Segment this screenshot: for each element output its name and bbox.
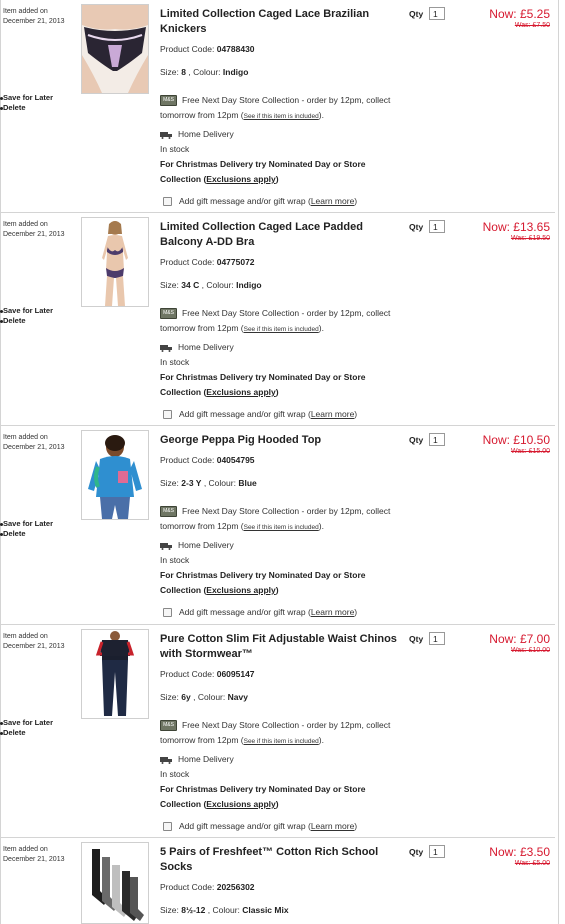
was-price: Was: £19.50	[510, 235, 550, 242]
product-image[interactable]	[81, 4, 149, 94]
delete-link[interactable]: Delete	[0, 728, 53, 738]
gift-option: Add gift message and/or gift wrap (Learn…	[160, 196, 357, 207]
now-price: Now: £7.00	[489, 632, 550, 646]
see-if-included-link[interactable]: See if this item is included	[244, 113, 319, 120]
was-price: Was: £7.50	[514, 22, 550, 29]
delivery-info: M&S Free Next Day Store Collection - orde…	[160, 720, 391, 809]
learn-more-link[interactable]: Learn more	[311, 607, 354, 617]
delivery-info: M&S Free Next Day Store Collection - orde…	[160, 506, 391, 595]
now-price: Now: £3.50	[489, 845, 550, 859]
exclusions-link[interactable]: Exclusions apply	[206, 174, 275, 184]
product-code: Product Code: 04054795	[160, 455, 255, 465]
delivery-info: M&S Free Next Day Store Collection - orde…	[160, 95, 391, 184]
qty-input[interactable]	[429, 7, 445, 20]
item-added-date: Item added on December 21, 2013	[3, 434, 65, 451]
truck-icon	[160, 344, 172, 352]
basket-item: Item added on December 21, 2013 5 Pairs o…	[0, 838, 555, 924]
now-price: Now: £13.65	[482, 220, 550, 234]
learn-more-link[interactable]: Learn more	[311, 196, 354, 206]
delete-link[interactable]: Delete	[0, 529, 53, 539]
basket-item: Item added on December 21, 2013 Save for …	[0, 625, 555, 838]
basket-item: Item added on December 21, 2013 Save for …	[0, 426, 555, 625]
product-image[interactable]	[81, 217, 149, 307]
store-collection-icon: M&S	[160, 308, 177, 320]
item-added-date: Item added on December 21, 2013	[3, 633, 65, 650]
product-image[interactable]	[81, 430, 149, 520]
store-collection-icon: M&S	[160, 506, 177, 518]
gift-checkbox[interactable]	[163, 410, 172, 420]
product-image[interactable]	[81, 629, 149, 719]
was-price: Was: £15.00	[510, 448, 550, 455]
qty-label: Qty	[409, 847, 424, 857]
item-added-date: Item added on December 21, 2013	[3, 8, 65, 25]
qty-label: Qty	[409, 222, 424, 232]
exclusions-link[interactable]: Exclusions apply	[206, 585, 275, 595]
truck-icon	[160, 131, 172, 139]
qty-input[interactable]	[429, 845, 445, 858]
exclusions-link[interactable]: Exclusions apply	[206, 799, 275, 809]
item-actions: Save for Later Delete	[0, 718, 53, 738]
gift-option: Add gift message and/or gift wrap (Learn…	[160, 607, 357, 618]
stock-status: In stock	[160, 769, 190, 779]
product-code: Product Code: 20256302	[160, 882, 255, 892]
size-colour: Size: 6y , Colour: Navy	[160, 692, 248, 702]
save-for-later-link[interactable]: Save for Later	[0, 306, 53, 316]
product-code: Product Code: 04788430	[160, 44, 255, 54]
product-title[interactable]: George Peppa Pig Hooded Top	[160, 433, 400, 448]
product-title[interactable]: 5 Pairs of Freshfeet™ Cotton Rich School…	[160, 845, 400, 875]
product-title[interactable]: Pure Cotton Slim Fit Adjustable Waist Ch…	[160, 632, 400, 662]
gift-checkbox[interactable]	[163, 608, 172, 618]
qty-label: Qty	[409, 9, 424, 19]
learn-more-link[interactable]: Learn more	[311, 409, 354, 419]
item-added-date: Item added on December 21, 2013	[3, 221, 65, 238]
gift-checkbox[interactable]	[163, 822, 172, 832]
truck-icon	[160, 756, 172, 764]
basket-item: Item added on December 21, 2013 Save for …	[0, 0, 555, 213]
stock-status: In stock	[160, 357, 190, 367]
item-actions: Save for Later Delete	[0, 519, 53, 539]
see-if-included-link[interactable]: See if this item is included	[244, 524, 319, 531]
see-if-included-link[interactable]: See if this item is included	[244, 738, 319, 745]
now-price: Now: £5.25	[489, 7, 550, 21]
was-price: Was: £10.00	[510, 647, 550, 654]
store-collection-icon: M&S	[160, 95, 177, 107]
product-code: Product Code: 04775072	[160, 257, 255, 267]
qty-input[interactable]	[429, 433, 445, 446]
save-for-later-link[interactable]: Save for Later	[0, 519, 53, 529]
save-for-later-link[interactable]: Save for Later	[0, 718, 53, 728]
gift-checkbox[interactable]	[163, 197, 172, 207]
was-price: Was: £5.00	[514, 860, 550, 867]
product-code: Product Code: 06095147	[160, 669, 255, 679]
product-title[interactable]: Limited Collection Caged Lace Padded Bal…	[160, 220, 400, 250]
now-price: Now: £10.50	[482, 433, 550, 447]
exclusions-link[interactable]: Exclusions apply	[206, 387, 275, 397]
size-colour: Size: 8½-12 , Colour: Classic Mix	[160, 905, 289, 915]
stock-status: In stock	[160, 555, 190, 565]
size-colour: Size: 2-3 Y , Colour: Blue	[160, 478, 257, 488]
delete-link[interactable]: Delete	[0, 316, 53, 326]
gift-option: Add gift message and/or gift wrap (Learn…	[160, 821, 357, 832]
product-title[interactable]: Limited Collection Caged Lace Brazilian …	[160, 7, 400, 37]
delete-link[interactable]: Delete	[0, 103, 53, 113]
size-colour: Size: 34 C , Colour: Indigo	[160, 280, 262, 290]
truck-icon	[160, 542, 172, 550]
item-added-date: Item added on December 21, 2013	[3, 846, 65, 863]
size-colour: Size: 8 , Colour: Indigo	[160, 67, 249, 77]
see-if-included-link[interactable]: See if this item is included	[244, 326, 319, 333]
basket-item: Item added on December 21, 2013 Save for …	[0, 213, 555, 426]
qty-label: Qty	[409, 435, 424, 445]
learn-more-link[interactable]: Learn more	[311, 821, 354, 831]
store-collection-icon: M&S	[160, 720, 177, 732]
item-actions: Save for Later Delete	[0, 93, 53, 113]
qty-label: Qty	[409, 634, 424, 644]
right-border	[558, 0, 559, 924]
stock-status: In stock	[160, 144, 190, 154]
gift-option: Add gift message and/or gift wrap (Learn…	[160, 409, 357, 420]
product-image[interactable]	[81, 842, 149, 924]
qty-input[interactable]	[429, 220, 445, 233]
item-actions: Save for Later Delete	[0, 306, 53, 326]
delivery-info: M&S Free Next Day Store Collection - orde…	[160, 308, 391, 397]
save-for-later-link[interactable]: Save for Later	[0, 93, 53, 103]
qty-input[interactable]	[429, 632, 445, 645]
